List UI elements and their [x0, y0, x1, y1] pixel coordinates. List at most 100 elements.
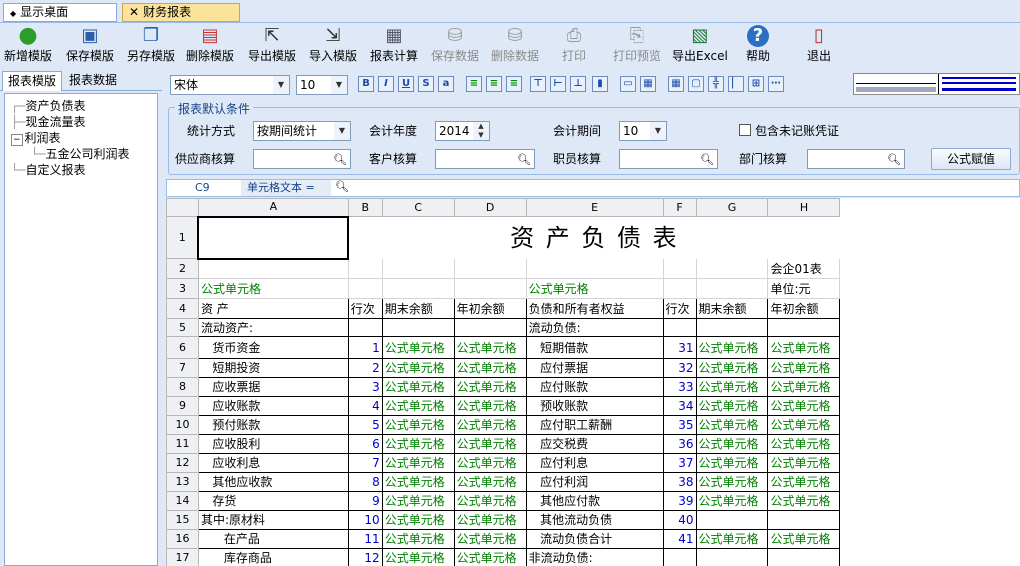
row-header[interactable]: 6	[166, 336, 199, 359]
cell[interactable]	[840, 259, 1020, 279]
formula-cell[interactable]: 公式单元格	[453, 358, 527, 378]
liability-item[interactable]: 其他流动负债	[525, 510, 664, 530]
tab-report-data[interactable]: 报表数据	[64, 71, 122, 91]
tab-report-template[interactable]: 报表模版	[2, 71, 63, 91]
strikethrough-icon[interactable]: S	[418, 76, 434, 92]
dept-input[interactable]: 🔍︎	[807, 149, 905, 169]
spreadsheet[interactable]: ABCDEFGH1资 产 负 债 表 2 会企01表 3 公式单元格 公式单元格 单位:元 4…	[166, 198, 1020, 566]
valign-middle-icon[interactable]: ⊢	[550, 76, 566, 92]
formula-cell[interactable]: 公式单元格	[525, 278, 664, 299]
row-header[interactable]: 3	[166, 278, 199, 299]
column-header[interactable]: E	[525, 198, 664, 217]
border-none-icon[interactable]: ⊞	[748, 76, 764, 92]
close-icon[interactable]: ✕	[129, 5, 139, 19]
cell[interactable]	[695, 510, 769, 530]
toolbar-button-4[interactable]: ⇱ 导出模版	[248, 25, 296, 63]
column-header[interactable]: G	[695, 198, 769, 217]
asset-item[interactable]: 应收账款	[197, 396, 349, 416]
cell-a1[interactable]	[197, 215, 350, 260]
search-icon[interactable]: 🔍︎	[700, 151, 714, 169]
toolbar-button-13[interactable]: ▯ 退出	[807, 25, 831, 63]
line-no[interactable]: 10	[347, 510, 383, 530]
toolbar-button-5[interactable]: ⇲ 导入模版	[309, 25, 357, 63]
line-no[interactable]: 38	[662, 472, 697, 492]
cell[interactable]	[695, 318, 769, 337]
formula-cell[interactable]: 公式单元格	[695, 358, 769, 378]
asset-item[interactable]: 库存商品	[197, 548, 349, 566]
column-title[interactable]: 行次	[347, 298, 383, 319]
stat-method-select[interactable]: 按期间统计 ▼	[253, 121, 351, 141]
align-center-icon[interactable]: ≡	[486, 76, 502, 92]
formula-cell[interactable]: 公式单元格	[381, 415, 455, 435]
asset-item[interactable]: 货币资金	[197, 336, 349, 359]
liability-item[interactable]: 短期借款	[525, 336, 664, 359]
cell[interactable]	[840, 378, 1020, 397]
border-dotted-icon[interactable]: ⋯	[768, 76, 784, 92]
font-color-icon[interactable]: a	[438, 76, 454, 92]
report-title[interactable]: 资 产 负 债 表	[347, 216, 841, 259]
cell[interactable]	[840, 549, 1020, 566]
formula-cell[interactable]: 公式单元格	[453, 529, 527, 549]
border-outside-icon[interactable]: ▢	[688, 76, 704, 92]
liability-item[interactable]: 应交税费	[525, 434, 664, 454]
include-unposted-checkbox[interactable]	[739, 124, 751, 136]
formula-cell[interactable]: 公式单元格	[767, 377, 841, 397]
formula-cell[interactable]: 公式单元格	[695, 336, 769, 359]
formula-cell[interactable]: 公式单元格	[695, 529, 769, 549]
formula-cell[interactable]: 公式单元格	[453, 434, 527, 454]
cell[interactable]	[840, 435, 1020, 454]
cell-empty[interactable]	[840, 217, 1020, 259]
line-no[interactable]: 5	[347, 415, 383, 435]
cell[interactable]	[197, 258, 349, 279]
tree-item-cash-flow[interactable]: ├─现金流量表	[11, 114, 85, 130]
column-title[interactable]: 行次	[662, 298, 697, 319]
formula-assign-button[interactable]: 公式赋值	[931, 148, 1011, 170]
cell[interactable]	[767, 510, 841, 530]
cell[interactable]	[695, 258, 769, 279]
row-header[interactable]: 14	[166, 491, 199, 511]
search-icon[interactable]: 🔍︎	[887, 151, 901, 169]
split-cells-icon[interactable]: ▦	[640, 76, 656, 92]
merge-cells-icon[interactable]: ▭	[620, 76, 636, 92]
cell[interactable]	[662, 258, 697, 279]
border-inside-icon[interactable]: ╬	[708, 76, 724, 92]
row-header[interactable]: 5	[166, 318, 199, 337]
line-no[interactable]: 7	[347, 453, 383, 473]
liability-item[interactable]: 应付职工薪酬	[525, 415, 664, 435]
cell[interactable]	[381, 258, 455, 279]
unit-label[interactable]: 单位:元	[767, 278, 841, 299]
asset-item[interactable]: 流动资产:	[197, 318, 349, 337]
cell[interactable]	[840, 319, 1020, 337]
formula-cell[interactable]: 公式单元格	[767, 396, 841, 416]
asset-item[interactable]: 存货	[197, 491, 349, 511]
cell[interactable]	[840, 454, 1020, 473]
formula-cell[interactable]: 公式单元格	[695, 472, 769, 492]
formula-cell[interactable]: 公式单元格	[381, 472, 455, 492]
line-no[interactable]	[347, 318, 383, 337]
align-left-icon[interactable]: ≡	[466, 76, 482, 92]
liability-item[interactable]: 应付票据	[525, 358, 664, 378]
line-no[interactable]: 39	[662, 491, 697, 511]
line-no[interactable]	[662, 548, 697, 566]
formula-cell[interactable]: 公式单元格	[381, 491, 455, 511]
cell[interactable]	[381, 318, 455, 337]
supplier-input[interactable]: 🔍︎	[253, 149, 351, 169]
liability-item[interactable]: 应付账款	[525, 377, 664, 397]
row-header[interactable]: 1	[166, 216, 199, 259]
font-size-select[interactable]: 10 ▼	[296, 75, 348, 95]
report-grid[interactable]: ABCDEFGH1资 产 负 债 表 2 会企01表 3 公式单元格 公式单元格 单位:元 4…	[166, 198, 1020, 566]
bold-icon[interactable]: B	[358, 76, 374, 92]
tree-item-hardware-income[interactable]: └─五金公司利润表	[31, 146, 129, 162]
line-no[interactable]: 40	[662, 510, 697, 530]
toolbar-button-12[interactable]: ? 帮助	[746, 25, 770, 63]
formula-cell[interactable]: 公式单元格	[695, 377, 769, 397]
formula-cell[interactable]: 公式单元格	[695, 453, 769, 473]
cell[interactable]	[347, 258, 383, 279]
formula-cell[interactable]: 公式单元格	[381, 336, 455, 359]
asset-item[interactable]: 在产品	[197, 529, 349, 549]
formula-cell[interactable]: 公式单元格	[381, 358, 455, 378]
line-no[interactable]: 12	[347, 548, 383, 566]
cell[interactable]	[840, 511, 1020, 530]
search-icon[interactable]: 🔍︎	[517, 151, 531, 169]
row-header[interactable]: 7	[166, 358, 199, 378]
